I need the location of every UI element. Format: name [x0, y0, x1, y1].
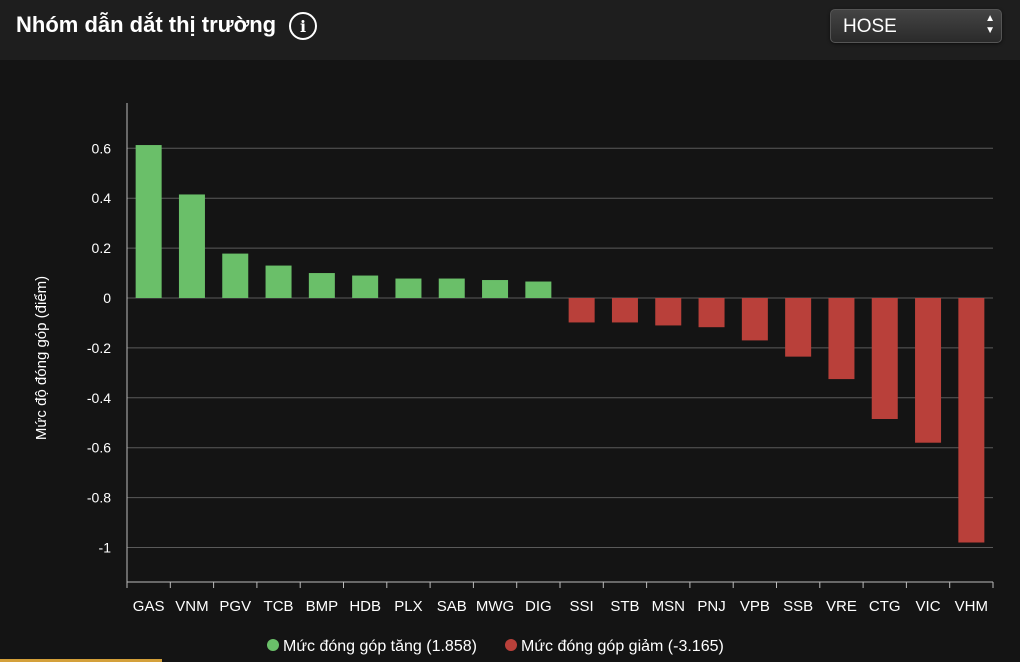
x-tick-label: VNM: [175, 598, 208, 615]
x-tick-label: PGV: [219, 598, 251, 615]
y-axis-title: Mức độ đóng góp (điểm): [33, 276, 50, 440]
info-icon[interactable]: i: [289, 12, 317, 40]
bar-mwg: [482, 280, 509, 298]
bar-vpb: [741, 298, 768, 341]
y-tick-label: 0: [103, 290, 111, 306]
x-tick-label: VIC: [916, 598, 941, 615]
x-tick-label: VRE: [826, 598, 857, 615]
bar-tcb: [265, 265, 292, 298]
legend-label: Mức đóng góp tăng (1.858): [283, 638, 477, 655]
y-tick-label: -0.6: [87, 440, 111, 456]
y-tick-label: -1: [99, 540, 112, 556]
bar-ssi: [568, 298, 595, 323]
contribution-bar-chart: 0.6 0.4 0.2 0 -0.2 -0.4 -0.6 -0.8 -1 GAS VNM PGV TCB…: [33, 103, 994, 655]
y-tick-label: 0.2: [92, 240, 112, 256]
x-tick-label: GAS: [133, 598, 165, 615]
x-tick-label: TCB: [264, 598, 294, 615]
y-tick-label: -0.8: [87, 490, 111, 506]
bar-pnj: [698, 298, 725, 328]
legend-marker: [267, 639, 279, 651]
x-tick-label: HDB: [349, 598, 381, 615]
x-tick-label: DIG: [525, 598, 552, 615]
x-tick-label: MSN: [652, 598, 685, 615]
widget-header: Nhóm dẫn dắt thị trường i HOSE ▲ ▼: [0, 0, 1020, 60]
up-down-arrows-icon: ▲ ▼: [985, 13, 995, 36]
y-tick-label: 0.6: [92, 140, 112, 156]
y-tick-label: -0.4: [87, 390, 111, 406]
bar-ctg: [871, 298, 898, 420]
exchange-select-value: HOSE: [843, 16, 897, 37]
bar-sab: [438, 278, 465, 298]
x-tick-label: PLX: [394, 598, 422, 615]
exchange-select[interactable]: HOSE ▲ ▼: [830, 9, 1002, 43]
bar-plx: [395, 278, 422, 298]
bar-vic: [915, 298, 942, 443]
bar-stb: [611, 298, 638, 323]
bar-dig: [525, 281, 552, 298]
x-tick-label: SSB: [783, 598, 813, 615]
x-tick-label: CTG: [869, 598, 901, 615]
x-tick-label: MWG: [476, 598, 514, 615]
bar-vnm: [178, 194, 205, 298]
x-tick-label: STB: [610, 598, 639, 615]
bar-gas: [135, 145, 162, 298]
widget-title: Nhóm dẫn dắt thị trường: [16, 12, 277, 37]
legend-label: Mức đóng góp giảm (-3.165): [521, 638, 724, 655]
y-tick-label: 0.4: [92, 190, 112, 206]
bar-hdb: [352, 275, 379, 298]
bar-bmp: [308, 273, 335, 298]
bar-ssb: [785, 298, 812, 357]
bar-vhm: [958, 298, 985, 543]
chart-area: 0.6 0.4 0.2 0 -0.2 -0.4 -0.6 -0.8 -1 GAS VNM PGV TCB…: [0, 60, 1020, 662]
y-tick-label: -0.2: [87, 340, 111, 356]
bar-vre: [828, 298, 855, 380]
bar-pgv: [222, 253, 249, 298]
x-tick-label: SSI: [570, 598, 594, 615]
x-tick-label: BMP: [306, 598, 339, 615]
x-tick-label: PNJ: [697, 598, 725, 615]
bar-msn: [655, 298, 682, 326]
legend-marker: [505, 639, 517, 651]
x-tick-label: VPB: [740, 598, 770, 615]
x-tick-label: SAB: [437, 598, 467, 615]
x-tick-label: VHM: [955, 598, 988, 615]
